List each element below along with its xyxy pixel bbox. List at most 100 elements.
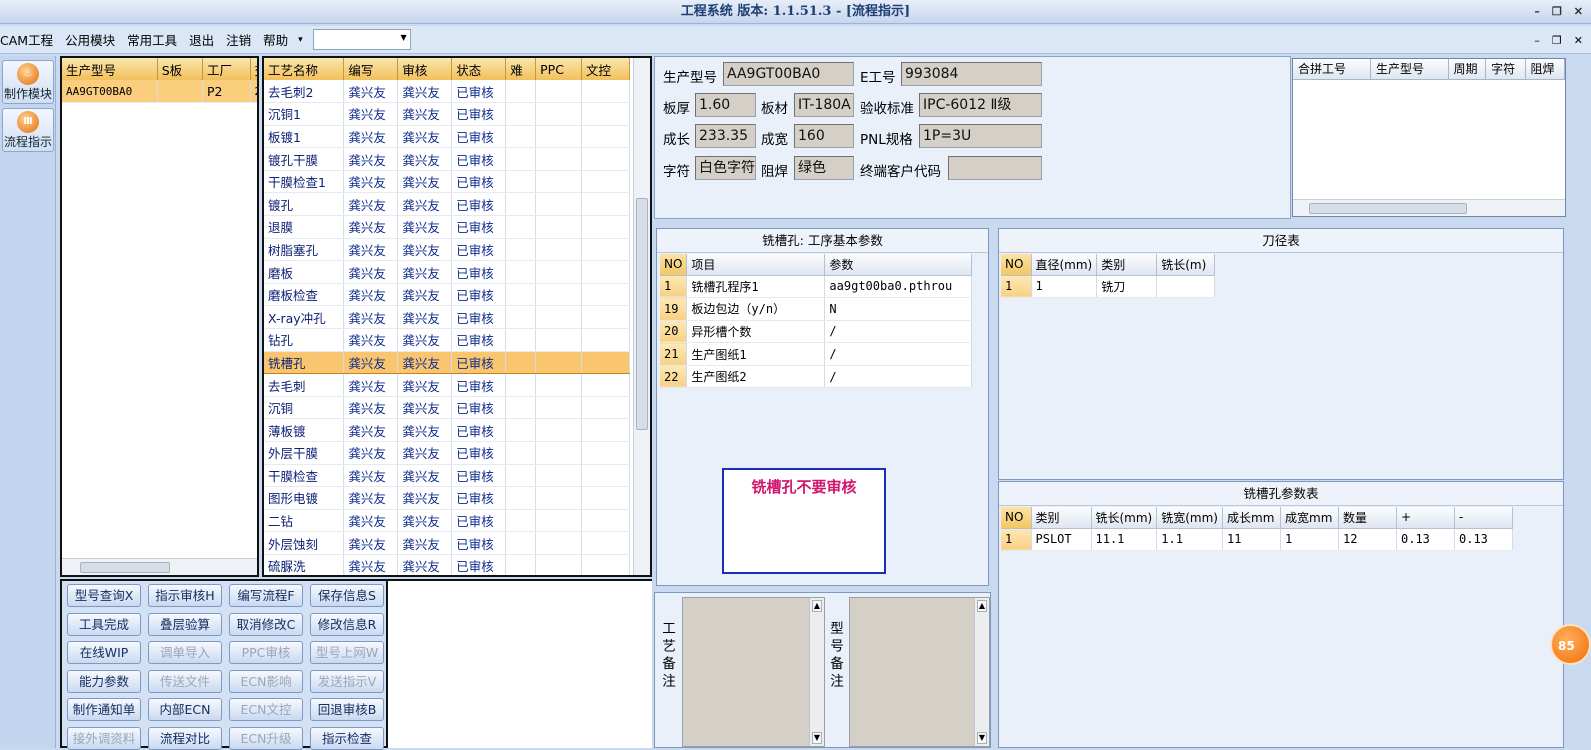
cell-ppc[interactable]: [535, 396, 583, 420]
menu-common-modules[interactable]: 公用模块: [59, 30, 121, 49]
send-instruction-button[interactable]: 发送指示V: [310, 669, 384, 693]
field-char[interactable]: 白色字符: [695, 156, 756, 180]
cell-factory[interactable]: P2: [202, 80, 251, 104]
cell-process-name[interactable]: 外层蚀刻: [264, 531, 345, 555]
cell-process-name[interactable]: 干膜检查1: [264, 170, 345, 194]
cell-author[interactable]: 龚兴友: [343, 102, 399, 126]
table-row[interactable]: 干膜检查1 龚兴友 龚兴友 已审核: [264, 170, 630, 194]
cell-doc-control[interactable]: [581, 147, 630, 171]
cell-reviewer[interactable]: 龚兴友: [397, 147, 453, 171]
table-row[interactable]: 镀孔干膜 龚兴友 龚兴友 已审核: [264, 147, 630, 171]
cell-author[interactable]: 龚兴友: [343, 305, 399, 330]
cell-status[interactable]: 已审核: [451, 80, 507, 104]
col-factory[interactable]: 工厂: [202, 58, 251, 80]
menu-common-tools[interactable]: 常用工具: [121, 30, 183, 49]
cell-author[interactable]: 龚兴友: [343, 283, 399, 307]
cell-author[interactable]: 龚兴友: [343, 192, 399, 217]
table-row[interactable]: 板镀1 龚兴友 龚兴友 已审核: [264, 125, 630, 149]
cell-doc-control[interactable]: [581, 305, 630, 330]
cell-reviewer[interactable]: 龚兴友: [397, 192, 453, 217]
cell-difficulty[interactable]: [505, 554, 537, 575]
cell-ppc[interactable]: [535, 486, 583, 510]
cell-author[interactable]: 龚兴友: [343, 260, 399, 284]
cell-ppc[interactable]: [535, 102, 583, 126]
cell-no[interactable]: 20: [660, 320, 688, 344]
table-row[interactable]: 干膜检查 龚兴友 龚兴友 已审核: [264, 464, 630, 488]
cell-category[interactable]: PSLOT: [1031, 528, 1092, 552]
menu-help[interactable]: 帮助: [257, 30, 294, 49]
cell-doc-control[interactable]: [581, 80, 630, 104]
cell-difficulty[interactable]: [505, 441, 537, 465]
cell-process-name[interactable]: 镀孔干膜: [264, 147, 345, 171]
ppc-review-button[interactable]: PPC审核: [229, 641, 303, 665]
cell-reviewer[interactable]: 龚兴友: [397, 486, 453, 510]
cell-process-name[interactable]: 铣槽孔: [264, 350, 345, 375]
cell-ppc[interactable]: [535, 125, 583, 149]
cell-author[interactable]: 龚兴友: [343, 125, 399, 149]
cell-doc-control[interactable]: [581, 260, 630, 284]
model-remarks-field[interactable]: ▲ ▼: [849, 597, 990, 747]
cell-author[interactable]: 龚兴友: [343, 328, 399, 352]
cell-author[interactable]: 龚兴友: [343, 170, 399, 194]
cell-process-name[interactable]: 镀孔: [264, 192, 345, 217]
cell-status[interactable]: 已审核: [451, 396, 507, 420]
cell-status[interactable]: 已审核: [451, 102, 507, 126]
cell-no[interactable]: 22: [660, 365, 688, 389]
cell-status[interactable]: 已审核: [451, 147, 507, 171]
col-no[interactable]: NO: [660, 254, 688, 276]
cell-reviewer[interactable]: 龚兴友: [397, 125, 453, 149]
col-s-board[interactable]: S板: [157, 58, 203, 80]
table-row[interactable]: 20 异形槽个数 /: [660, 320, 972, 344]
cell-ppc[interactable]: [535, 238, 583, 262]
col-delivery-date[interactable]: 交货日: [250, 58, 257, 80]
cell-item[interactable]: 异形槽个数: [686, 320, 826, 344]
online-wip-button[interactable]: 在线WIP: [67, 641, 141, 665]
cell-reviewer[interactable]: 龚兴友: [397, 441, 453, 465]
cell-doc-control[interactable]: [581, 531, 630, 555]
cell-process-name[interactable]: 硫脲洗: [264, 554, 345, 575]
table-row[interactable]: 图形电镀 龚兴友 龚兴友 已审核: [264, 486, 630, 510]
cell-difficulty[interactable]: [505, 102, 537, 126]
cell-ppc[interactable]: [535, 192, 583, 217]
cell-item[interactable]: 生产图纸2: [686, 365, 826, 389]
table-row[interactable]: 镀孔 龚兴友 龚兴友 已审核: [264, 192, 630, 217]
table-row[interactable]: 铣槽孔 龚兴友 龚兴友 已审核: [264, 350, 630, 375]
cell-status[interactable]: 已审核: [451, 125, 507, 149]
menu-cam[interactable]: CAM工程: [0, 30, 59, 49]
col-ppc[interactable]: PPC: [535, 58, 583, 80]
ecn-doc-control-button[interactable]: ECN文控: [229, 698, 303, 722]
cell-status[interactable]: 已审核: [451, 418, 507, 442]
cell-difficulty[interactable]: [505, 396, 537, 420]
model-online-button[interactable]: 型号上网W: [310, 641, 384, 665]
cell-difficulty[interactable]: [505, 305, 537, 330]
mdi-close-icon[interactable]: ✕: [1574, 34, 1583, 47]
cell-reviewer[interactable]: 龚兴友: [397, 215, 453, 239]
cell-ppc[interactable]: [535, 305, 583, 330]
field-width[interactable]: 160: [794, 124, 854, 148]
col-merge-char[interactable]: 字符: [1485, 59, 1526, 80]
cell-difficulty[interactable]: [505, 509, 537, 533]
vertical-scrollbar[interactable]: ▲ ▼: [974, 598, 989, 746]
cell-difficulty[interactable]: [505, 125, 537, 149]
cell-plus-tol[interactable]: 0.13: [1396, 528, 1455, 552]
cell-difficulty[interactable]: [505, 350, 537, 375]
cell-reviewer[interactable]: 龚兴友: [397, 260, 453, 284]
cell-item[interactable]: 板边包边（y/n）: [686, 297, 826, 321]
cell-doc-control[interactable]: [581, 464, 630, 488]
restore-icon[interactable]: ❐: [1552, 0, 1562, 24]
cell-process-name[interactable]: 去毛刺2: [264, 80, 345, 104]
cell-difficulty[interactable]: [505, 418, 537, 442]
nav-flow-instruction[interactable]: Ⅲ 流程指示: [2, 108, 54, 152]
ecn-impact-button[interactable]: ECN影响: [229, 669, 303, 693]
table-row[interactable]: 二钻 龚兴友 龚兴友 已审核: [264, 509, 630, 533]
cell-doc-control[interactable]: [581, 238, 630, 262]
cell-author[interactable]: 龚兴友: [343, 350, 399, 375]
table-row[interactable]: 22 生产图纸2/: [660, 365, 972, 389]
cell-doc-control[interactable]: [581, 350, 630, 375]
cell-reviewer[interactable]: 龚兴友: [397, 170, 453, 194]
cell-ppc[interactable]: [535, 328, 583, 352]
cell-author[interactable]: 龚兴友: [343, 486, 399, 510]
cell-difficulty[interactable]: [505, 486, 537, 510]
col-doc-control[interactable]: 文控: [581, 58, 630, 80]
menu-combo-box[interactable]: ▼: [312, 29, 411, 50]
